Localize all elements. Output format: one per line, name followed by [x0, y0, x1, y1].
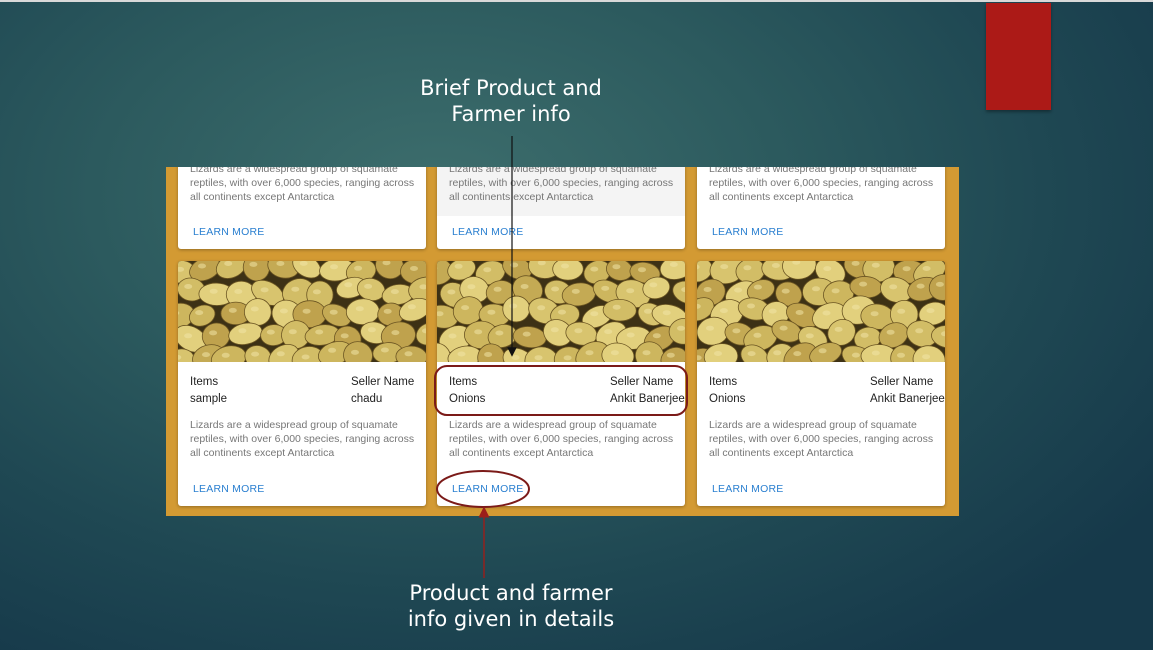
learn-more-link[interactable]: LEARN MORE — [712, 483, 783, 495]
product-description: Lizards are a widespread group of squama… — [709, 167, 934, 203]
item-info: Items Onions — [709, 374, 745, 408]
seller-info: Seller Name Ankit Banerjee — [870, 374, 945, 408]
product-description: Lizards are a widespread group of squama… — [449, 419, 674, 459]
product-grid-screenshot: Lizards are a widespread group of squama… — [166, 167, 959, 516]
product-card: Items Onions Seller Name Ankit Banerjee … — [437, 261, 685, 506]
learn-more-link[interactable]: LEARN MORE — [193, 226, 264, 238]
item-name: Onions — [449, 393, 486, 405]
item-info: Items Onions — [449, 374, 485, 408]
annotation-brief-info: Brief Product and Farmer info — [420, 76, 602, 126]
potato-pile-image — [437, 261, 685, 362]
item-info: Items sample — [190, 374, 227, 408]
potato-photo[interactable] — [697, 261, 945, 362]
product-card: Lizards are a widespread group of squama… — [697, 167, 945, 249]
seller-name: Ankit Banerjee — [870, 393, 945, 405]
learn-more-link[interactable]: LEARN MORE — [193, 483, 264, 495]
seller-info: Seller Name chadu — [351, 374, 414, 408]
seller-label: Seller Name — [351, 376, 415, 388]
seller-label: Seller Name — [870, 376, 934, 388]
product-description: Lizards are a widespread group of squama… — [190, 167, 415, 203]
potato-photo[interactable] — [437, 261, 685, 362]
items-label: Items — [709, 376, 738, 388]
potato-photo[interactable] — [178, 261, 426, 362]
product-description: Lizards are a widespread group of squama… — [709, 419, 934, 459]
seller-name: Ankit Banerjee — [610, 393, 685, 405]
potato-pile-image — [697, 261, 945, 362]
seller-label: Seller Name — [610, 376, 674, 388]
item-name: Onions — [709, 393, 746, 405]
product-card: Items sample Seller Name chadu Lizards a… — [178, 261, 426, 506]
items-label: Items — [449, 376, 478, 388]
learn-more-link[interactable]: LEARN MORE — [452, 483, 523, 495]
red-accent-tab — [986, 3, 1051, 110]
annotation-details-info: Product and farmer info given in details — [407, 581, 615, 631]
product-card: Lizards are a widespread group of squama… — [178, 167, 426, 249]
potato-pile-image — [178, 261, 426, 362]
learn-more-link[interactable]: LEARN MORE — [452, 226, 523, 238]
slide-top-border — [0, 0, 1153, 2]
seller-name: chadu — [351, 393, 383, 405]
items-label: Items — [190, 376, 219, 388]
product-card: Lizards are a widespread group of squama… — [437, 167, 685, 249]
product-description: Lizards are a widespread group of squama… — [449, 167, 674, 203]
seller-info: Seller Name Ankit Banerjee — [610, 374, 685, 408]
learn-more-link[interactable]: LEARN MORE — [712, 226, 783, 238]
product-card: Items Onions Seller Name Ankit Banerjee … — [697, 261, 945, 506]
product-description: Lizards are a widespread group of squama… — [190, 419, 415, 459]
item-name: sample — [190, 393, 228, 405]
